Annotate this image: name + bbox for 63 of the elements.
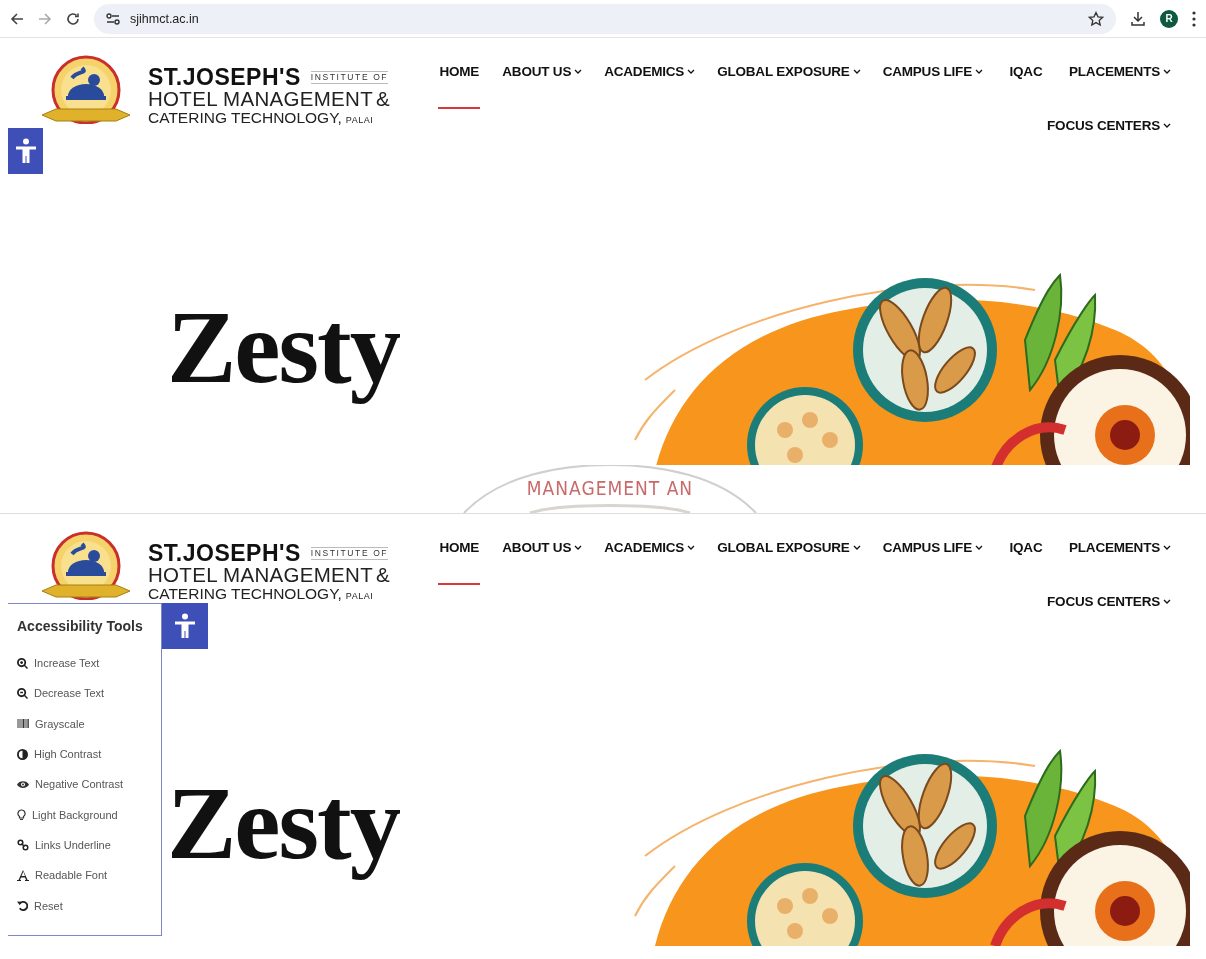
download-icon[interactable] — [1130, 10, 1146, 27]
lightbulb-icon — [17, 808, 26, 821]
nav-link[interactable]: ACADEMICS — [593, 540, 707, 588]
zoom-out-icon — [17, 687, 28, 699]
accessibility-toggle-button[interactable] — [162, 603, 208, 649]
ampersand: & — [376, 565, 390, 586]
nav-link[interactable]: GLOBAL EXPOSURE — [706, 64, 872, 112]
nav-link[interactable]: FOCUS CENTERS — [1036, 118, 1182, 166]
serif-letter-icon — [17, 869, 29, 881]
accessibility-person-icon — [14, 138, 37, 164]
logo-place: PALAI — [345, 115, 374, 125]
logo-line: HOTEL MANAGEMENT — [148, 565, 373, 586]
profile-avatar[interactable]: R — [1160, 9, 1178, 28]
ampersand: & — [376, 89, 390, 110]
logo-line: CATERING TECHNOLOGY, — [148, 109, 342, 125]
logo-line: HOTEL MANAGEMENT — [148, 89, 373, 110]
accessibility-option[interactable]: Negative Contrast — [17, 769, 124, 800]
hero-heading: Zesty — [167, 764, 400, 882]
nav-link[interactable]: ABOUT US — [491, 540, 594, 588]
half-circle-icon — [17, 748, 28, 760]
hero-heading: Zesty — [167, 288, 400, 406]
nav-link[interactable]: CAMPUS LIFE — [871, 540, 994, 588]
undo-arrow-icon — [17, 900, 28, 911]
link-icon — [17, 838, 29, 851]
nav-link[interactable]: ABOUT US — [491, 64, 594, 112]
nav-link[interactable]: IQAC — [994, 64, 1058, 112]
logo-place: PALAI — [345, 591, 374, 601]
nav-link[interactable]: GLOBAL EXPOSURE — [706, 540, 872, 588]
reload-icon[interactable] — [66, 11, 80, 26]
nav-link[interactable]: ACADEMICS — [593, 64, 707, 112]
nav-link[interactable]: HOME — [427, 540, 492, 588]
bookmark-star-icon[interactable] — [1088, 10, 1104, 27]
accessibility-option[interactable]: Links Underline — [17, 829, 111, 861]
accessibility-option[interactable]: High Contrast — [17, 738, 102, 770]
logo-wordmark: ST.JOSEPH'S — [148, 542, 301, 565]
address-bar[interactable]: sjihmct.ac.in — [94, 3, 1116, 34]
nav-link[interactable]: CAMPUS LIFE — [871, 64, 994, 112]
site-settings-icon[interactable] — [106, 12, 120, 25]
accessibility-option[interactable]: Decrease Text — [17, 678, 105, 709]
zoom-in-icon — [17, 657, 28, 669]
logo-subtitle: INSTITUTE OF — [310, 71, 389, 84]
accessibility-option[interactable]: Reset — [17, 890, 63, 921]
accessibility-person-icon — [174, 613, 196, 639]
logo-wordmark: ST.JOSEPH'S — [148, 66, 301, 89]
eye-icon — [17, 779, 29, 789]
logo-line: CATERING TECHNOLOGY, — [148, 585, 342, 601]
accessibility-option[interactable]: Increase Text — [17, 648, 100, 679]
accessibility-option[interactable]: Readable Font — [17, 860, 108, 891]
nav-link[interactable]: IQAC — [994, 540, 1058, 588]
url-text: sjihmct.ac.in — [130, 11, 199, 26]
accessibility-option[interactable]: Light Background — [17, 799, 118, 830]
back-icon[interactable] — [10, 11, 24, 26]
panel-title: Accessibility Tools — [17, 618, 144, 634]
logo-subtitle: INSTITUTE OF — [310, 547, 389, 560]
menu-icon[interactable] — [1192, 10, 1196, 27]
accessibility-toggle-button[interactable] — [8, 128, 43, 174]
nav-link[interactable]: PLACEMENTS — [1058, 64, 1182, 112]
barcode-lines-icon — [17, 719, 29, 729]
nav-link[interactable]: FOCUS CENTERS — [1036, 594, 1182, 642]
nav-link[interactable]: PLACEMENTS — [1058, 540, 1182, 588]
accessibility-option[interactable]: Grayscale — [17, 708, 85, 739]
faded-seal-drawing: MANAGEMENT AN — [460, 465, 760, 513]
nav-link[interactable]: HOME — [427, 64, 492, 112]
